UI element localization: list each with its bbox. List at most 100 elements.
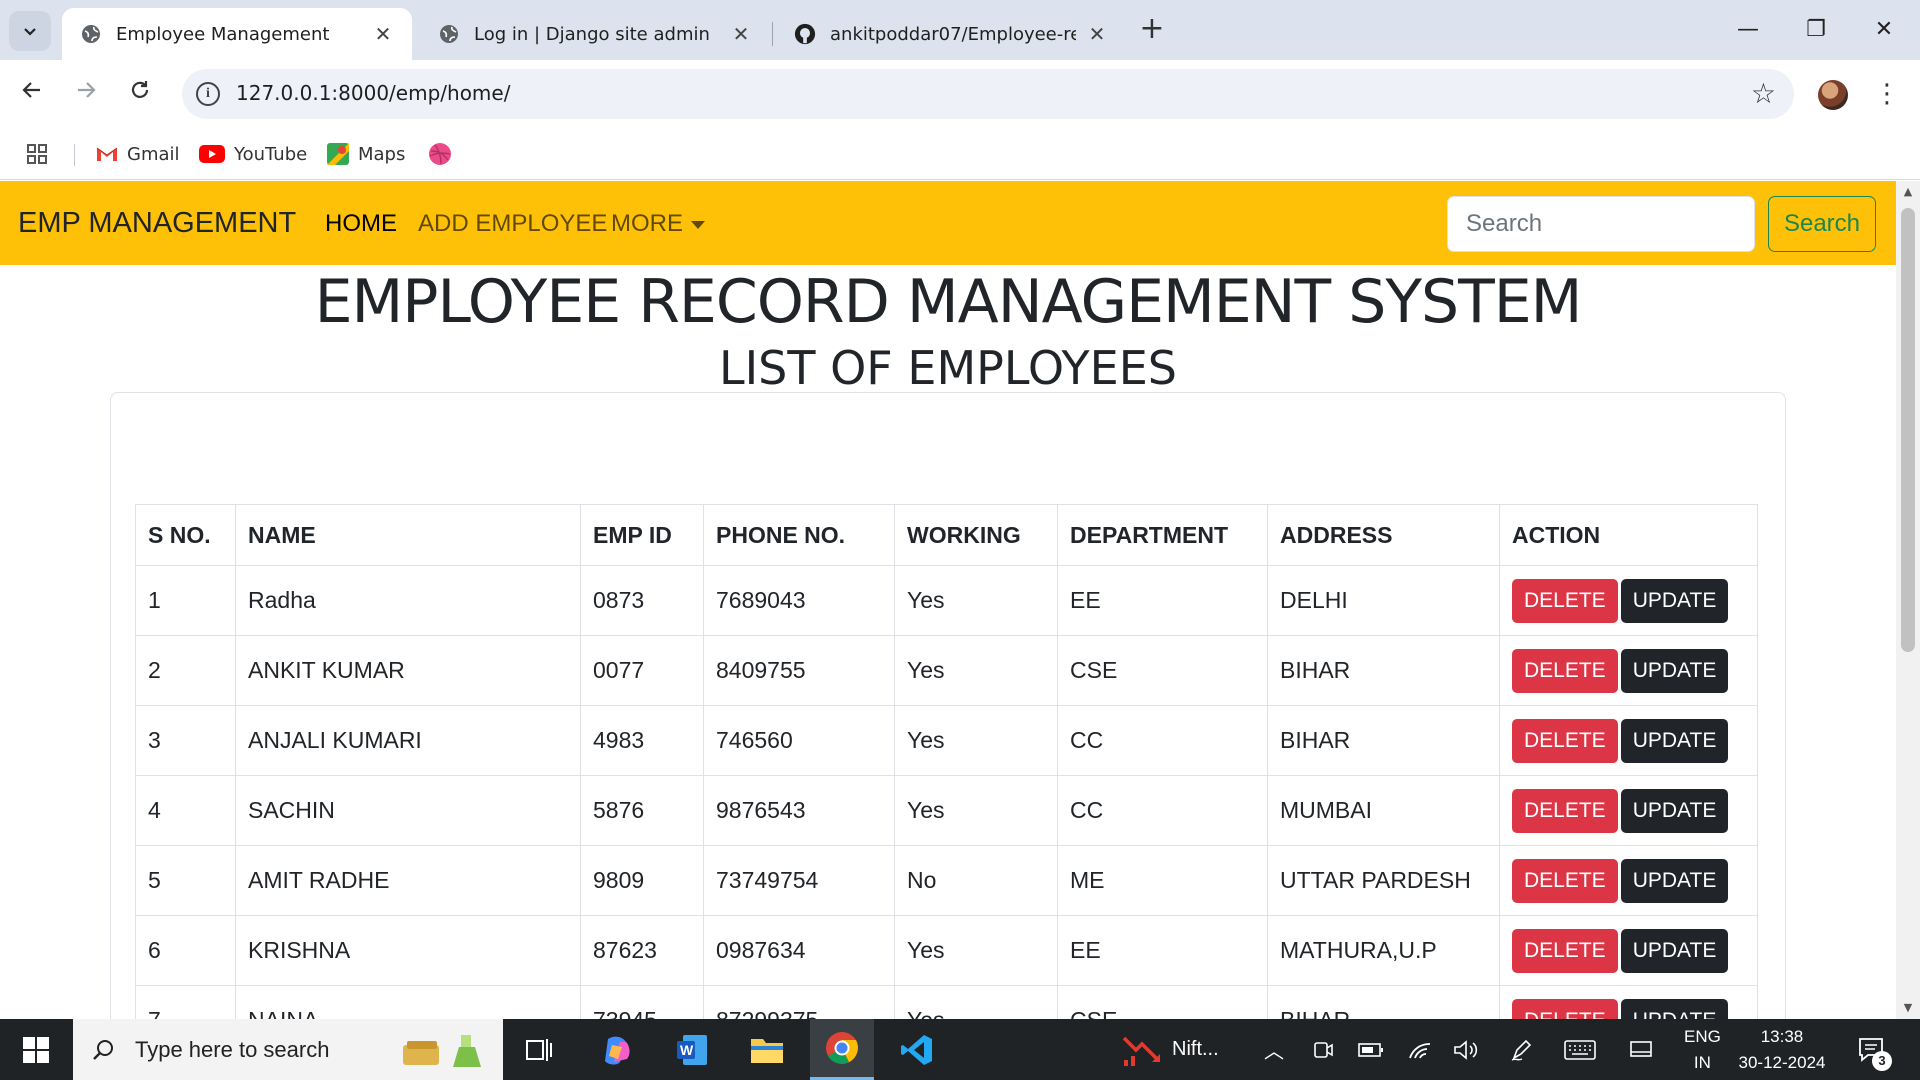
update-button[interactable]: UPDATE: [1620, 578, 1729, 623]
maps-icon: [327, 143, 349, 165]
scrollbar-thumb[interactable]: [1901, 208, 1915, 652]
restore-button[interactable]: ❐: [1796, 12, 1836, 48]
delete-button[interactable]: DELETE: [1512, 788, 1618, 833]
bookmark-separator: [74, 144, 75, 166]
cell-working: Yes: [894, 775, 1058, 846]
bookmark-youtube[interactable]: YouTube: [199, 140, 307, 168]
bookmark-dribbble[interactable]: [428, 140, 461, 168]
vscode-button[interactable]: [885, 1019, 949, 1080]
tab-employee-management[interactable]: Employee Management ✕: [62, 8, 412, 60]
new-tab-button[interactable]: +: [1136, 14, 1168, 46]
bookmark-gmail[interactable]: Gmail: [96, 140, 180, 168]
update-button[interactable]: UPDATE: [1620, 648, 1729, 693]
windows-logo-icon: [23, 1036, 49, 1063]
reload-button[interactable]: [120, 74, 160, 114]
copilot-icon: [605, 1036, 630, 1065]
tab-title: Log in | Django site admin: [474, 23, 710, 45]
col-name: NAME: [235, 504, 581, 566]
pen-icon[interactable]: [1510, 1019, 1534, 1080]
close-icon[interactable]: ✕: [730, 22, 752, 46]
cell-sno: 1: [135, 565, 236, 636]
cell-address: BIHAR: [1267, 985, 1500, 1019]
file-explorer-button[interactable]: [735, 1019, 799, 1080]
update-button[interactable]: UPDATE: [1620, 788, 1729, 833]
page-viewport: EMP MANAGEMENT HOME ADD EMPLOYEE MORE Se…: [0, 181, 1896, 1019]
bookmark-label: Maps: [358, 143, 406, 165]
delete-button[interactable]: DELETE: [1512, 648, 1618, 693]
tab-title: ankitpoddar07/Employee-recor: [830, 23, 1076, 45]
input-language[interactable]: ENG IN: [1684, 1019, 1721, 1080]
close-icon[interactable]: ✕: [1086, 22, 1108, 46]
browser-menu-icon[interactable]: ⋮: [1874, 74, 1900, 114]
navbar-brand[interactable]: EMP MANAGEMENT: [18, 207, 296, 240]
bookmarks-bar: Gmail YouTube Maps: [0, 128, 1920, 180]
cell-emp-id: 0873: [580, 565, 704, 636]
cell-phone: 0987634: [703, 915, 895, 986]
minimize-button[interactable]: —: [1728, 12, 1768, 48]
nav-add-employee[interactable]: ADD EMPLOYEE: [418, 210, 607, 238]
cell-actions: DELETEUPDATE: [1499, 635, 1758, 706]
delete-button[interactable]: DELETE: [1512, 998, 1618, 1019]
delete-button[interactable]: DELETE: [1512, 928, 1618, 973]
scroll-up-icon[interactable]: ▲: [1896, 185, 1920, 198]
update-button[interactable]: UPDATE: [1620, 718, 1729, 763]
apps-grid-icon[interactable]: [26, 140, 48, 168]
scroll-down-icon[interactable]: ▼: [1896, 1001, 1920, 1014]
delete-button[interactable]: DELETE: [1512, 718, 1618, 763]
show-hidden-icons-button[interactable]: ︿: [1264, 1019, 1284, 1080]
address-bar[interactable]: i 127.0.0.1:8000/emp/home/ ☆: [182, 69, 1794, 119]
col-action: ACTION: [1499, 504, 1758, 566]
clock-date: 30-12-2024: [1738, 1052, 1826, 1072]
cell-working: Yes: [894, 565, 1058, 636]
update-button[interactable]: UPDATE: [1620, 858, 1729, 903]
bookmark-maps[interactable]: Maps: [327, 140, 405, 168]
tab-search-button[interactable]: [9, 11, 51, 51]
close-window-button[interactable]: ✕: [1864, 12, 1904, 48]
chrome-button[interactable]: [810, 1019, 874, 1080]
touch-keyboard-icon[interactable]: [1564, 1019, 1596, 1080]
folder-icon: [751, 1038, 783, 1063]
tab-django-admin[interactable]: Log in | Django site admin ✕: [420, 8, 770, 60]
copilot-button[interactable]: [585, 1019, 649, 1080]
close-icon[interactable]: ✕: [372, 22, 394, 46]
profile-avatar[interactable]: [1818, 80, 1848, 110]
search-input[interactable]: [1447, 196, 1755, 252]
search-button[interactable]: Search: [1768, 196, 1876, 252]
volume-icon[interactable]: [1453, 1019, 1479, 1080]
nav-more-dropdown[interactable]: MORE: [611, 210, 705, 238]
taskbar-search-box[interactable]: Type here to search: [73, 1019, 503, 1080]
site-info-icon[interactable]: i: [196, 82, 220, 106]
nav-home[interactable]: HOME: [325, 210, 397, 238]
update-button[interactable]: UPDATE: [1620, 998, 1729, 1019]
update-button[interactable]: UPDATE: [1620, 928, 1729, 973]
word-button[interactable]: W: [660, 1019, 724, 1080]
url-text[interactable]: 127.0.0.1:8000/emp/home/: [236, 81, 510, 105]
delete-button[interactable]: DELETE: [1512, 578, 1618, 623]
delete-button[interactable]: DELETE: [1512, 858, 1618, 903]
cell-sno: 7: [135, 985, 236, 1019]
page-subtitle: LIST OF EMPLOYEES: [718, 341, 1177, 395]
cell-department: ME: [1057, 845, 1268, 916]
cell-sno: 3: [135, 705, 236, 776]
page-scrollbar[interactable]: ▲ ▼: [1896, 181, 1920, 1019]
tab-github-repo[interactable]: ankitpoddar07/Employee-recor ✕: [776, 8, 1126, 60]
forward-button[interactable]: [66, 74, 106, 114]
battery-icon[interactable]: [1358, 1019, 1384, 1080]
cell-department: CSE: [1057, 985, 1268, 1019]
back-button[interactable]: [12, 74, 52, 114]
clock[interactable]: 13:38 30-12-2024: [1734, 1019, 1830, 1080]
meet-now-icon[interactable]: [1312, 1019, 1334, 1080]
cell-name: Radha: [235, 565, 581, 636]
display-icon[interactable]: [1630, 1019, 1652, 1080]
start-button[interactable]: [4, 1019, 68, 1080]
task-view-button[interactable]: [508, 1019, 572, 1080]
browser-toolbar: i 127.0.0.1:8000/emp/home/ ☆ ⋮: [0, 60, 1920, 128]
wifi-icon[interactable]: [1408, 1019, 1432, 1080]
bookmark-star-icon[interactable]: ☆: [1751, 77, 1776, 110]
notification-center-button[interactable]: 3: [1858, 1019, 1892, 1080]
cell-working: Yes: [894, 985, 1058, 1019]
clock-time: 13:38: [1760, 1026, 1804, 1046]
nifty-widget[interactable]: Nift...: [1122, 1019, 1219, 1080]
tab-title: Employee Management: [116, 23, 330, 45]
cell-actions: DELETEUPDATE: [1499, 985, 1758, 1019]
